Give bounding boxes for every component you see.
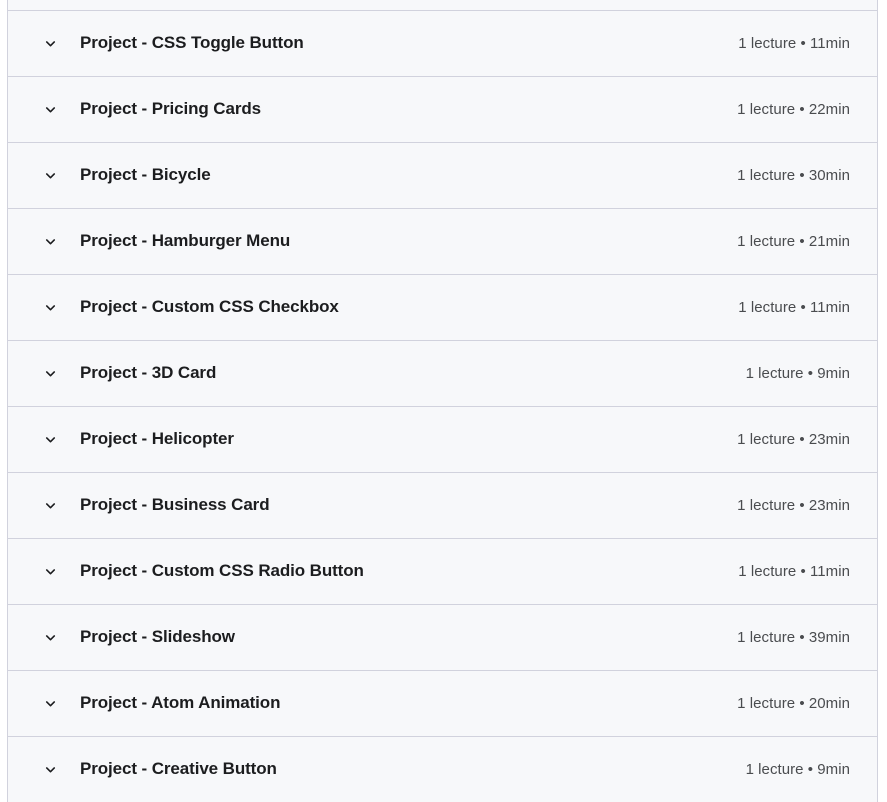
curriculum-section-row[interactable]: Project - Custom CSS Checkbox 1 lecture •… [8, 274, 877, 340]
course-curriculum-page: Project - CSS Toggle Button 1 lecture • 1… [0, 0, 887, 802]
chevron-down-icon [42, 762, 58, 778]
curriculum-section-meta: 1 lecture • 30min [737, 166, 850, 184]
curriculum-section-row[interactable]: Project - Helicopter 1 lecture • 23min [8, 406, 877, 472]
curriculum-section-list: Project - CSS Toggle Button 1 lecture • 1… [7, 0, 878, 802]
curriculum-section-row[interactable]: Project - Creative Button 1 lecture • 9mi… [8, 736, 877, 802]
curriculum-section-title: Project - Creative Button [80, 759, 277, 779]
chevron-down-icon [42, 564, 58, 580]
curriculum-section-meta: 1 lecture • 11min [738, 298, 850, 316]
curriculum-section-title: Project - 3D Card [80, 363, 217, 383]
curriculum-section-title: Project - Custom CSS Radio Button [80, 561, 364, 581]
curriculum-section-meta: 1 lecture • 23min [737, 430, 850, 448]
curriculum-section-row[interactable]: Project - 3D Card 1 lecture • 9min [8, 340, 877, 406]
chevron-down-icon [42, 36, 58, 52]
chevron-down-icon [42, 300, 58, 316]
curriculum-section-meta: 1 lecture • 21min [737, 232, 850, 250]
curriculum-section-title: Project - Custom CSS Checkbox [80, 297, 339, 317]
curriculum-section-meta: 1 lecture • 23min [737, 496, 850, 514]
curriculum-section-row-partial[interactable] [8, 0, 877, 10]
curriculum-section-title: Project - CSS Toggle Button [80, 33, 304, 53]
chevron-down-icon [42, 102, 58, 118]
curriculum-section-title: Project - Helicopter [80, 429, 234, 449]
curriculum-section-row[interactable]: Project - Atom Animation 1 lecture • 20mi… [8, 670, 877, 736]
curriculum-section-row[interactable]: Project - Slideshow 1 lecture • 39min [8, 604, 877, 670]
chevron-down-icon [42, 696, 58, 712]
curriculum-section-row[interactable]: Project - Custom CSS Radio Button 1 lectu… [8, 538, 877, 604]
curriculum-section-row[interactable]: Project - Pricing Cards 1 lecture • 22min [8, 76, 877, 142]
curriculum-section-meta: 1 lecture • 39min [737, 628, 850, 646]
curriculum-section-row[interactable]: Project - Business Card 1 lecture • 23min [8, 472, 877, 538]
curriculum-section-title: Project - Atom Animation [80, 693, 281, 713]
curriculum-section-meta: 1 lecture • 9min [745, 760, 850, 778]
chevron-down-icon [42, 366, 58, 382]
chevron-down-icon [42, 168, 58, 184]
curriculum-section-row[interactable]: Project - CSS Toggle Button 1 lecture • 1… [8, 10, 877, 76]
curriculum-section-row[interactable]: Project - Hamburger Menu 1 lecture • 21mi… [8, 208, 877, 274]
chevron-down-icon [42, 234, 58, 250]
curriculum-section-row[interactable]: Project - Bicycle 1 lecture • 30min [8, 142, 877, 208]
curriculum-section-title: Project - Pricing Cards [80, 99, 261, 119]
curriculum-section-meta: 1 lecture • 22min [737, 100, 850, 118]
curriculum-section-meta: 1 lecture • 11min [738, 34, 850, 52]
curriculum-section-title: Project - Bicycle [80, 165, 211, 185]
curriculum-section-meta: 1 lecture • 11min [738, 562, 850, 580]
curriculum-section-title: Project - Hamburger Menu [80, 231, 291, 251]
chevron-down-icon [42, 630, 58, 646]
curriculum-section-title: Project - Slideshow [80, 627, 235, 647]
curriculum-section-meta: 1 lecture • 20min [737, 694, 850, 712]
chevron-down-icon [42, 498, 58, 514]
chevron-down-icon [42, 432, 58, 448]
curriculum-section-title: Project - Business Card [80, 495, 270, 515]
curriculum-section-meta: 1 lecture • 9min [745, 364, 850, 382]
